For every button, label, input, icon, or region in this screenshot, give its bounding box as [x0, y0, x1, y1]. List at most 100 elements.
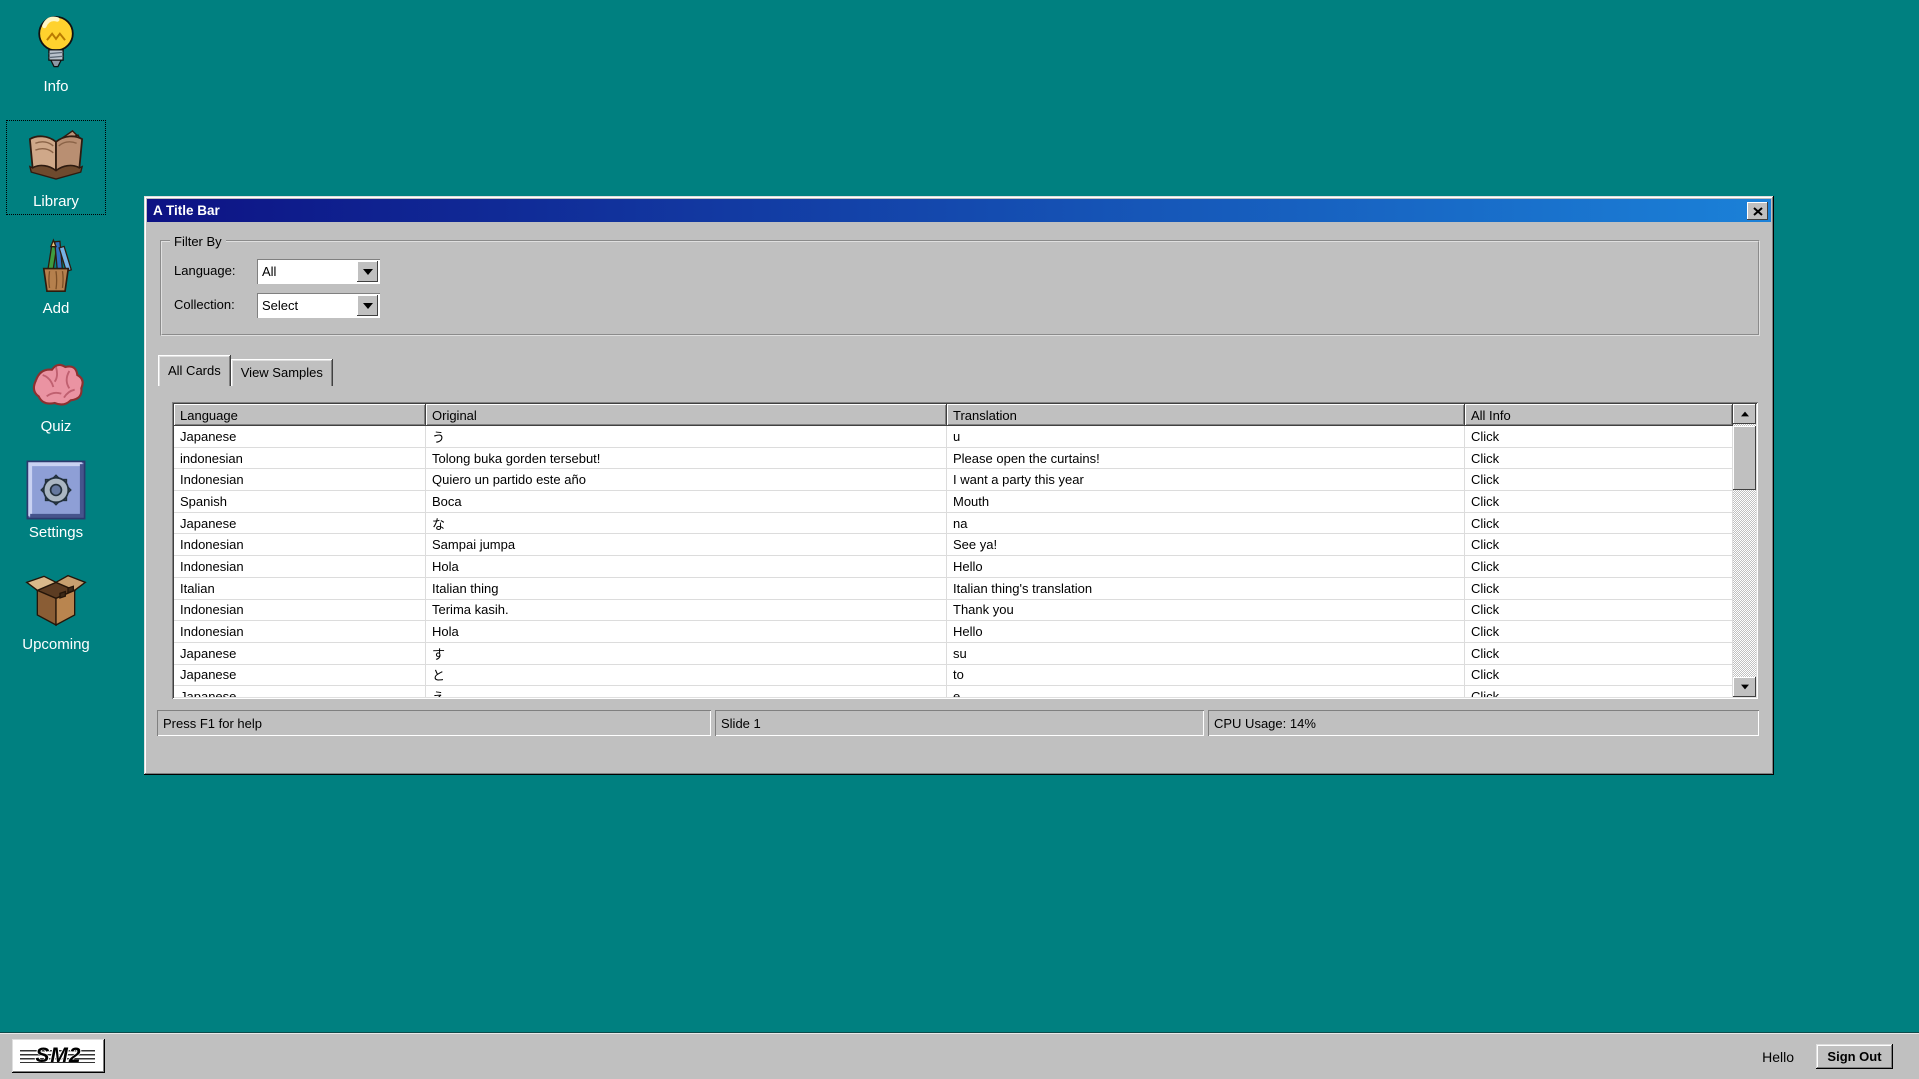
all-info-cell[interactable]: Click	[1465, 513, 1733, 534]
open-book-icon	[23, 124, 89, 190]
tab-all-cards[interactable]: All Cards	[158, 355, 231, 386]
table-cell: Japanese	[174, 426, 426, 447]
table-cell: Tolong buka gorden tersebut!	[426, 448, 947, 469]
desktop-icon-quiz[interactable]: Quiz	[6, 348, 106, 439]
table-cell: Please open the curtains!	[947, 448, 1465, 469]
desktop-icon-library[interactable]: Library	[6, 120, 106, 215]
scrollbar-thumb[interactable]	[1733, 426, 1756, 490]
table-cell: Japanese	[174, 513, 426, 534]
table-cell: Terima kasih.	[426, 600, 947, 621]
taskbar: SM2 Hello Sign Out	[0, 1032, 1919, 1079]
collection-dropdown[interactable]: Select	[257, 293, 380, 318]
desktop-icon-settings[interactable]: Settings	[6, 456, 106, 545]
table-row[interactable]: ItalianItalian thingItalian thing's tran…	[174, 578, 1733, 600]
table-cell: と	[426, 665, 947, 686]
close-button[interactable]	[1747, 202, 1768, 220]
table-cell: Indonesian	[174, 621, 426, 642]
window-titlebar[interactable]: A Title Bar	[147, 199, 1771, 222]
table-cell: Thank you	[947, 600, 1465, 621]
vertical-scrollbar[interactable]	[1733, 404, 1756, 697]
table-cell: Italian thing	[426, 578, 947, 599]
table-cell: Boca	[426, 491, 947, 512]
desktop-icon-upcoming[interactable]: Upcoming	[6, 566, 106, 657]
column-header-original[interactable]: Original	[426, 404, 947, 426]
chevron-down-icon[interactable]	[357, 295, 378, 316]
status-bar: Press F1 for help Slide 1 CPU Usage: 14%	[157, 710, 1759, 736]
language-label: Language:	[174, 263, 235, 278]
gear-icon	[25, 459, 87, 521]
table-row[interactable]: JapaneseえeClick	[174, 686, 1733, 697]
table-cell: Indonesian	[174, 556, 426, 577]
table-row[interactable]: IndonesianTerima kasih.Thank youClick	[174, 600, 1733, 622]
table-row[interactable]: IndonesianSampai jumpaSee ya!Click	[174, 534, 1733, 556]
table-row[interactable]: JapaneseすsuClick	[174, 643, 1733, 665]
table-row[interactable]: JapaneseとtoClick	[174, 665, 1733, 687]
table-cell: Indonesian	[174, 534, 426, 555]
collection-dropdown-value: Select	[257, 298, 357, 313]
table-cell: Hola	[426, 621, 947, 642]
table-row[interactable]: JapaneseなnaClick	[174, 513, 1733, 535]
all-info-cell[interactable]: Click	[1465, 643, 1733, 664]
column-header-translation[interactable]: Translation	[947, 404, 1465, 426]
desktop-icon-label: Quiz	[41, 418, 72, 435]
table-cell: Japanese	[174, 643, 426, 664]
language-dropdown[interactable]: All	[257, 259, 380, 284]
sm2-start-button[interactable]: SM2	[12, 1039, 105, 1073]
brain-icon	[24, 351, 88, 415]
table-row[interactable]: IndonesianHolaHelloClick	[174, 621, 1733, 643]
desktop-icon-add[interactable]: Add	[6, 232, 106, 321]
language-dropdown-value: All	[257, 264, 357, 279]
all-info-cell[interactable]: Click	[1465, 665, 1733, 686]
table-row[interactable]: IndonesianHolaHelloClick	[174, 556, 1733, 578]
table-cell: Hola	[426, 556, 947, 577]
all-info-cell[interactable]: Click	[1465, 448, 1733, 469]
all-info-cell[interactable]: Click	[1465, 578, 1733, 599]
chevron-down-icon[interactable]	[357, 261, 378, 282]
table-cell: na	[947, 513, 1465, 534]
lightbulb-icon	[25, 13, 87, 75]
table-cell: な	[426, 513, 947, 534]
table-cell: す	[426, 643, 947, 664]
table-row[interactable]: IndonesianQuiero un partido este añoI wa…	[174, 469, 1733, 491]
table-cell: indonesian	[174, 448, 426, 469]
close-icon	[1753, 204, 1763, 219]
all-info-cell[interactable]: Click	[1465, 469, 1733, 490]
tab-label: View Samples	[241, 365, 323, 380]
desktop-icon-label: Upcoming	[22, 636, 90, 653]
table-row[interactable]: JapaneseうuClick	[174, 426, 1733, 448]
table-cell: u	[947, 426, 1465, 447]
filter-by-group: Filter By Language: All Collection: Sele…	[160, 240, 1760, 336]
pencil-cup-icon	[25, 235, 87, 297]
scroll-up-icon[interactable]	[1733, 404, 1756, 424]
table-cell: Japanese	[174, 665, 426, 686]
table-cell: Quiero un partido este año	[426, 469, 947, 490]
all-info-cell[interactable]: Click	[1465, 686, 1733, 697]
all-info-cell[interactable]: Click	[1465, 426, 1733, 447]
desktop-icon-info[interactable]: Info	[6, 10, 106, 99]
table-cell: su	[947, 643, 1465, 664]
cards-table: Language Original Translation All Info J…	[172, 402, 1758, 699]
all-info-cell[interactable]: Click	[1465, 621, 1733, 642]
all-info-cell[interactable]: Click	[1465, 491, 1733, 512]
sign-out-button[interactable]: Sign Out	[1816, 1044, 1893, 1069]
table-row[interactable]: indonesianTolong buka gorden tersebut!Pl…	[174, 448, 1733, 470]
all-info-cell[interactable]: Click	[1465, 600, 1733, 621]
status-help: Press F1 for help	[157, 710, 711, 736]
all-info-cell[interactable]: Click	[1465, 556, 1733, 577]
column-header-language[interactable]: Language	[174, 404, 426, 426]
table-cell: Sampai jumpa	[426, 534, 947, 555]
desktop-icon-label: Add	[43, 300, 70, 317]
table-cell: Indonesian	[174, 469, 426, 490]
tab-view-samples[interactable]: View Samples	[231, 359, 333, 386]
filter-by-label: Filter By	[170, 234, 226, 249]
table-header-row: Language Original Translation All Info	[174, 404, 1733, 426]
table-cell: I want a party this year	[947, 469, 1465, 490]
table-row[interactable]: SpanishBocaMouthClick	[174, 491, 1733, 513]
desktop: Info Library	[0, 0, 1919, 1079]
table-body: JapaneseうuClickindonesianTolong buka gor…	[174, 426, 1733, 697]
all-info-cell[interactable]: Click	[1465, 534, 1733, 555]
tab-bar: All Cards View Samples	[158, 355, 333, 387]
app-window: A Title Bar Filter By Language: All Coll…	[144, 196, 1774, 775]
scroll-down-icon[interactable]	[1733, 677, 1756, 697]
column-header-all-info[interactable]: All Info	[1465, 404, 1733, 426]
